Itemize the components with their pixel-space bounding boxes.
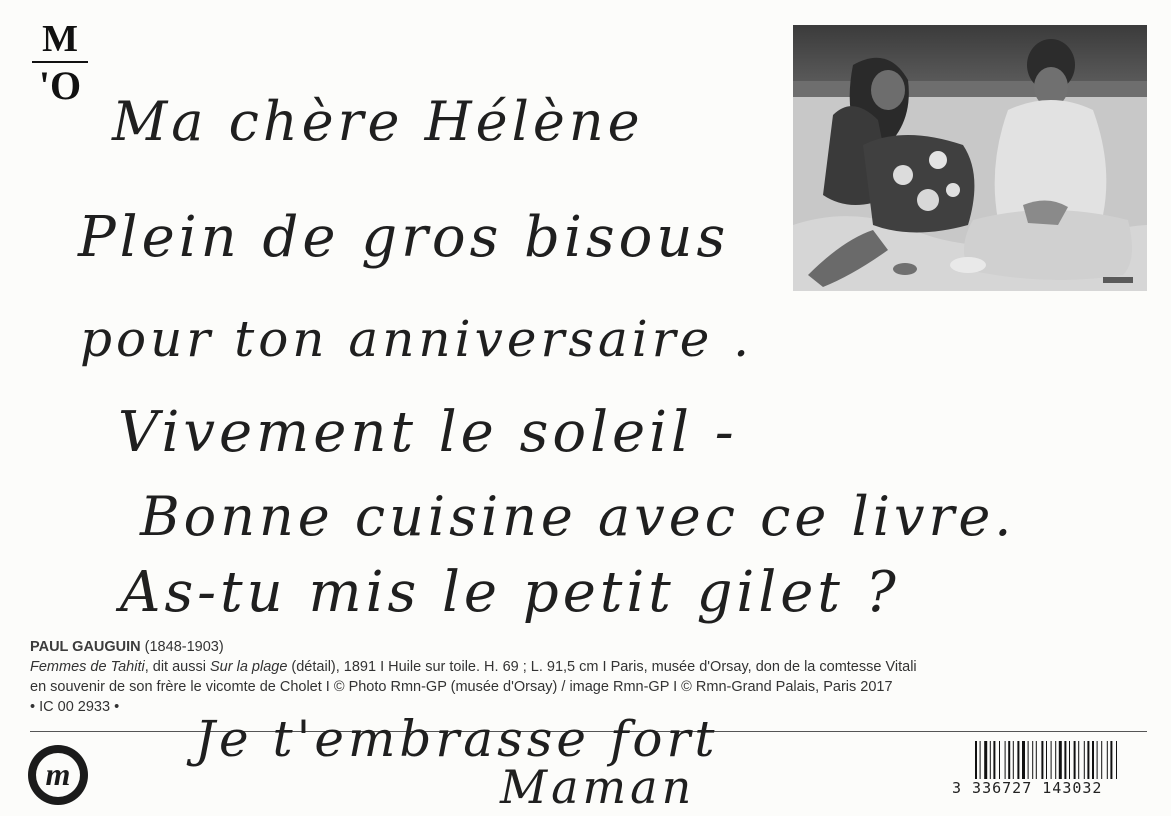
handwriting-line: Plein de gros bisous [78, 205, 730, 270]
painting-image [793, 25, 1147, 291]
artwork-alt-title: Sur la plage [210, 659, 288, 675]
handwriting-signature: Maman [500, 760, 696, 814]
artist-dates: (1848-1903) [140, 639, 224, 655]
caption-line-3: en souvenir de son frère le vicomte de C… [30, 679, 893, 695]
seal-letter: m [36, 753, 80, 797]
barcode [975, 741, 1117, 779]
artwork-caption: PAUL GAUGUIN (1848-1903) Femmes de Tahit… [30, 637, 1140, 717]
handwriting-line: Bonne cuisine avec ce livre. [140, 485, 1016, 548]
artwork-details: (détail), 1891 I Huile sur toile. H. 69 … [287, 659, 917, 675]
barcode-digits: 3 336727 143032 [952, 779, 1103, 797]
postcard: M 'O Ma chère Hélène Plein de gros bisou… [0, 0, 1171, 816]
artist-name: PAUL GAUGUIN [30, 639, 141, 655]
handwriting-line: As-tu mis le petit gilet ? [120, 560, 900, 625]
musee-seal-logo: m [28, 745, 88, 805]
logo-letter-o: 'O [38, 63, 82, 108]
handwriting-line: pour ton anniversaire . [80, 310, 754, 368]
caption-line-2: Femmes de Tahiti, dit aussi Sur la plage… [30, 657, 1140, 677]
musee-orsay-logo: M 'O [30, 20, 90, 106]
caption-dit: , dit aussi [144, 659, 210, 675]
handwriting-greeting: Ma chère Hélène [112, 90, 644, 153]
handwriting-line: Vivement le soleil - [118, 400, 738, 465]
artwork-title: Femmes de Tahiti [30, 659, 145, 675]
logo-letter-m: M [42, 18, 78, 60]
caption-line-1: PAUL GAUGUIN (1848-1903) [30, 637, 1140, 657]
